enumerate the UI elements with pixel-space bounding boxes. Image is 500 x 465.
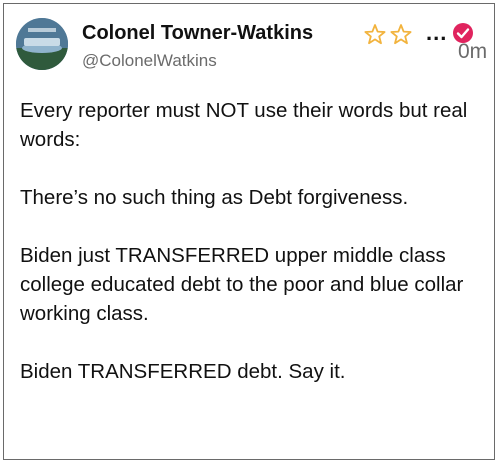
post-paragraph: Biden TRANSFERRED debt. Say it. [20, 360, 346, 383]
post-card: Colonel Towner-Watkins ... 0m @ColonelWa… [3, 3, 495, 460]
display-name[interactable]: Colonel Towner-Watkins [82, 22, 313, 45]
post-paragraph: There’s no such thing as Debt forgivenes… [20, 186, 409, 209]
avatar-image [16, 18, 68, 70]
more-options-icon[interactable]: ... [426, 20, 447, 46]
post-paragraph: Biden just TRANSFERRED upper middle clas… [20, 244, 464, 325]
post-body: Every reporter must NOT use their words … [20, 96, 490, 415]
post-timestamp[interactable]: 0m [458, 40, 487, 64]
post-header: Colonel Towner-Watkins ... 0m @ColonelWa… [16, 18, 487, 76]
post-paragraph: Every reporter must NOT use their words … [20, 99, 468, 151]
user-handle[interactable]: @ColonelWatkins [82, 51, 217, 71]
star-outline-icon [364, 24, 412, 45]
avatar[interactable] [16, 18, 68, 70]
